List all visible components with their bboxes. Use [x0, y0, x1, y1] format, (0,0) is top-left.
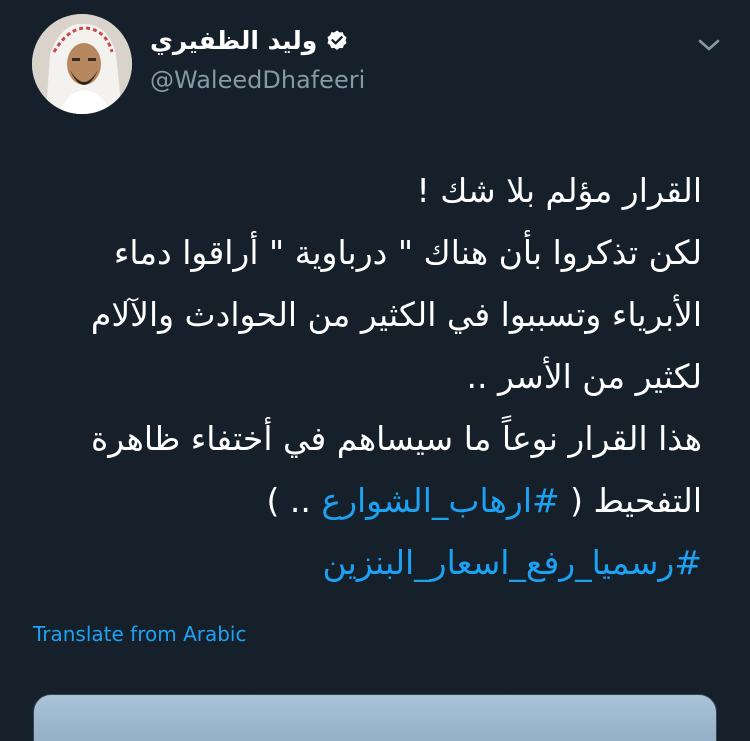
tweet-line-tail: .. )	[266, 481, 322, 520]
tweet-line: #رسميا_رفع_اسعار_البنزين	[28, 532, 702, 594]
translate-link[interactable]: Translate from Arabic	[33, 622, 246, 646]
hashtag-link[interactable]: #رسميا_رفع_اسعار_البنزين	[323, 543, 702, 582]
tweet: وليد الظفيري @WaleedDhafeeri القرار مؤلم…	[0, 0, 750, 741]
author-handle[interactable]: @WaleedDhafeeri	[150, 66, 365, 94]
tweet-line: لكن تذكروا بأن هناك " درباوية " أراقوا د…	[113, 233, 702, 272]
chevron-down-icon[interactable]	[696, 34, 722, 56]
avatar-image	[32, 14, 132, 114]
hashtag-link[interactable]: #ارهاب_الشوارع	[321, 481, 559, 520]
media-preview[interactable]	[33, 694, 717, 741]
author-name-row[interactable]: وليد الظفيري	[150, 26, 349, 55]
tweet-line: القرار مؤلم بلا شك !	[416, 171, 703, 210]
verified-badge-icon	[327, 30, 347, 50]
avatar[interactable]	[32, 14, 132, 114]
tweet-line: هذا القرار نوعاً ما سيساهم في أختفاء ظاه…	[90, 419, 702, 458]
tweet-text: القرار مؤلم بلا شك ! لكن تذكروا بأن هناك…	[28, 160, 702, 594]
tweet-line: الأبرياء وتسببوا في الكثير من الحوادث وا…	[90, 295, 702, 334]
tweet-line-text: التفحيط (	[559, 481, 702, 520]
tweet-line: لكثير من الأسر ..	[466, 357, 703, 396]
tweet-line: التفحيط ( #ارهاب_الشوارع .. )	[28, 470, 702, 532]
display-name[interactable]: وليد الظفيري	[150, 26, 317, 55]
